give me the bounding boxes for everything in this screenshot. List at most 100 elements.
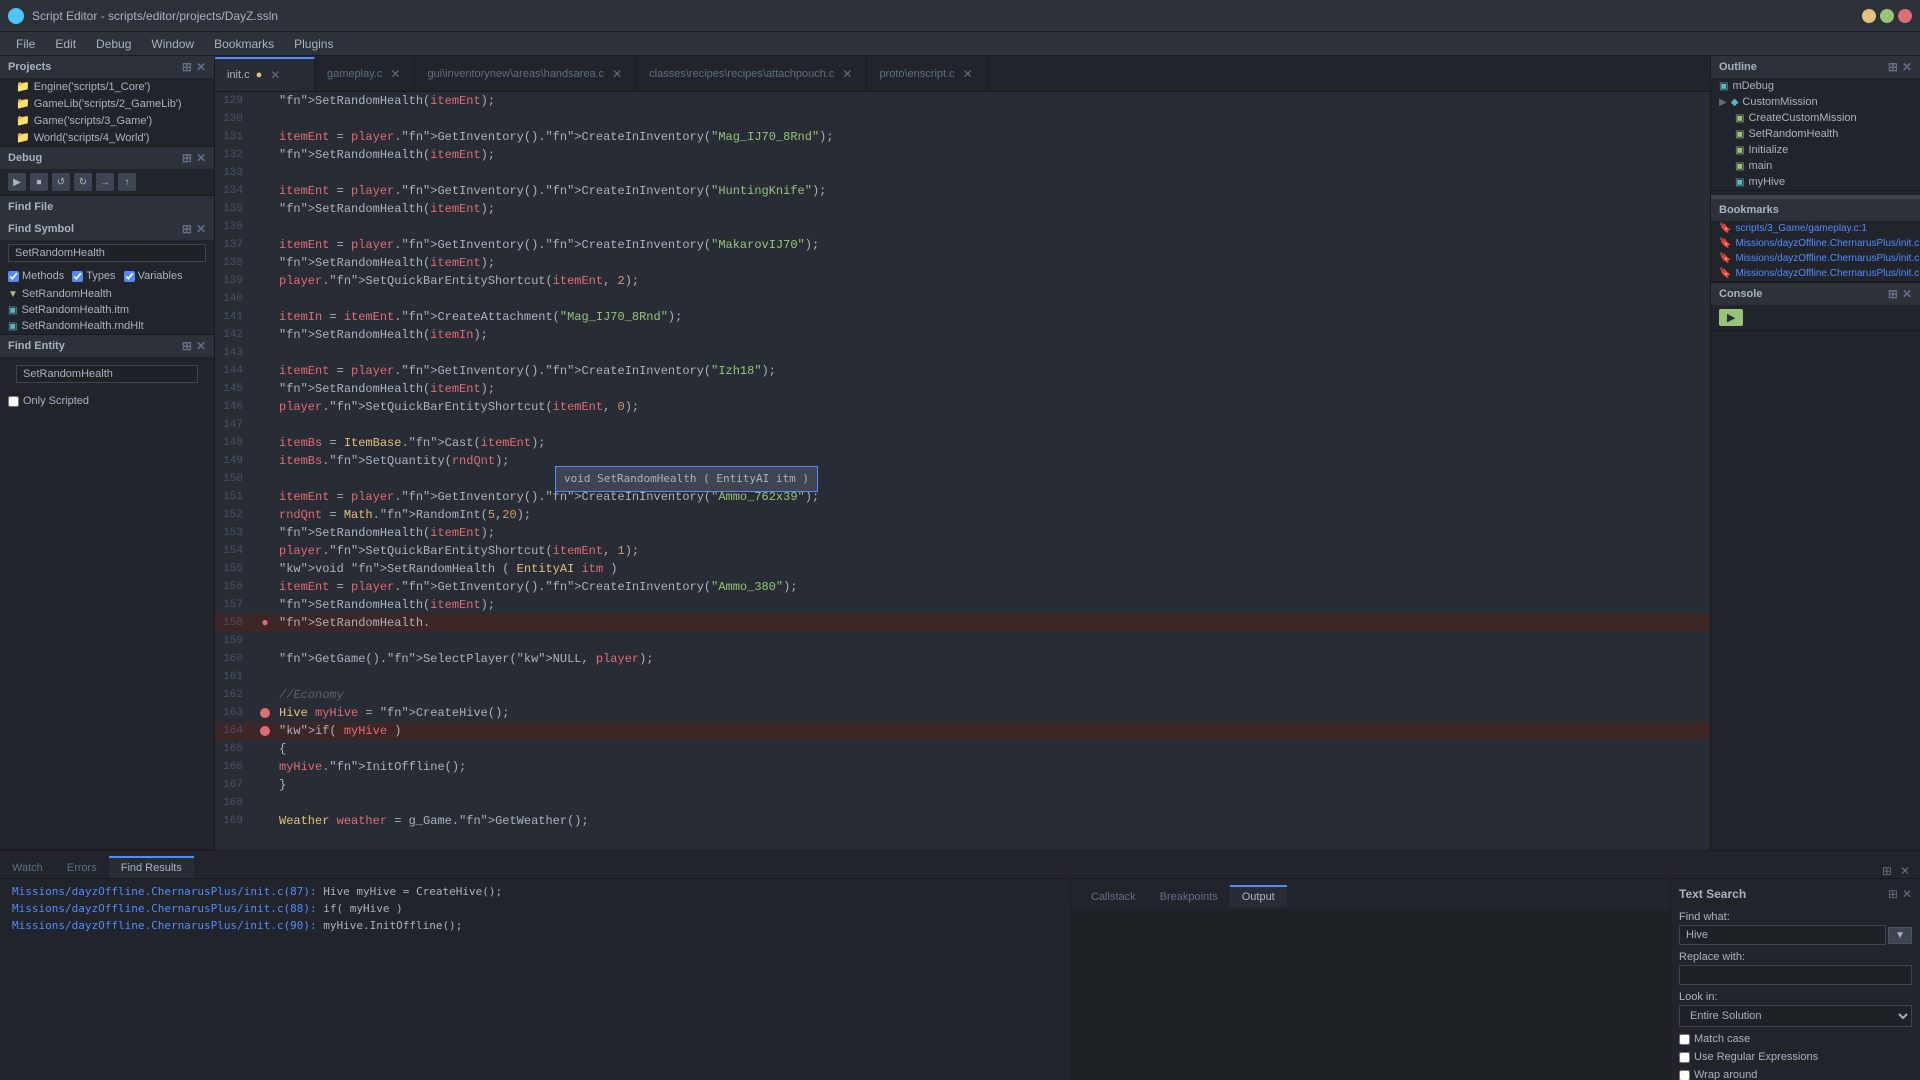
minimize-button[interactable]	[1862, 9, 1876, 23]
tab-handsarea[interactable]: gui\inventorynew\areas\handsarea.c ✕	[415, 57, 637, 91]
only-scripted-checkbox[interactable]	[8, 396, 19, 407]
outline-setrandomhealth[interactable]: ▣ SetRandomHealth	[1711, 126, 1920, 142]
tab-breakpoints[interactable]: Breakpoints	[1148, 885, 1230, 907]
tab-callstack[interactable]: Callstack	[1079, 885, 1148, 907]
find-what-input[interactable]	[1679, 925, 1886, 945]
outline-options-icon[interactable]: ⊞	[1888, 60, 1898, 74]
projects-close-icon[interactable]: ✕	[196, 60, 206, 74]
debug-play-button[interactable]: ▶	[8, 173, 26, 191]
bottom-tabs: Watch Errors Find Results ⊞ ✕	[0, 851, 1920, 879]
menu-debug[interactable]: Debug	[88, 35, 139, 53]
debug-restart-button[interactable]: ↺	[52, 173, 70, 191]
output-panel: Callstack Breakpoints Output	[1070, 879, 1670, 1080]
tab-gameplay[interactable]: gameplay.c ✕	[315, 57, 415, 91]
project-game[interactable]: 📁 Game('scripts/3_Game')	[0, 112, 214, 129]
project-world[interactable]: 📁 World('scripts/4_World')	[0, 129, 214, 146]
find-result-3[interactable]: Missions/dayzOffline.ChernarusPlus/init.…	[8, 917, 1062, 934]
variables-checkbox-label[interactable]: Variables	[124, 270, 183, 282]
use-regex-checkbox[interactable]	[1679, 1052, 1690, 1063]
tab-attachpouch-close[interactable]: ✕	[840, 67, 854, 81]
menu-plugins[interactable]: Plugins	[286, 35, 341, 53]
match-case-checkbox[interactable]	[1679, 1034, 1690, 1045]
code-editor[interactable]: 129 "fn">SetRandomHealth(itemEnt);130 13…	[215, 92, 1710, 850]
console-options-icon[interactable]: ⊞	[1888, 287, 1898, 301]
bookmark-init1[interactable]: 🔖 Missions/dayzOffline.ChernarusPlus/ini…	[1711, 236, 1920, 251]
wrap-around-checkbox[interactable]	[1679, 1070, 1690, 1080]
tab-watch[interactable]: Watch	[0, 856, 55, 878]
text-search-options-icon[interactable]: ⊞	[1888, 887, 1898, 901]
project-gamelib[interactable]: 📁 GameLib('scripts/2_GameLib')	[0, 95, 214, 112]
line-gutter	[255, 326, 275, 344]
text-search-close-icon[interactable]: ✕	[1902, 887, 1912, 901]
bookmark-init2[interactable]: 🔖 Missions/dayzOffline.ChernarusPlus/ini…	[1711, 251, 1920, 266]
symbol-setrandomhealth-itm[interactable]: ▣ SetRandomHealth.itm	[0, 302, 214, 318]
menu-file[interactable]: File	[8, 35, 43, 53]
tab-errors[interactable]: Errors	[55, 856, 109, 878]
console-close-icon[interactable]: ✕	[1902, 287, 1912, 301]
console-run-button[interactable]: ▶	[1719, 309, 1743, 326]
projects-options-icon[interactable]: ⊞	[182, 60, 192, 74]
line-content: "fn">SetRandomHealth(itemEnt);	[275, 200, 1710, 218]
menu-edit[interactable]: Edit	[47, 35, 84, 53]
types-checkbox[interactable]	[72, 271, 83, 282]
find-result-1[interactable]: Missions/dayzOffline.ChernarusPlus/init.…	[8, 883, 1062, 900]
project-engine[interactable]: 📁 Engine('scripts/1_Core')	[0, 78, 214, 95]
find-results-options-icon[interactable]: ⊞	[1880, 864, 1894, 878]
find-entity-close-icon[interactable]: ✕	[196, 339, 206, 353]
outline-myhive[interactable]: ▣ myHive	[1711, 174, 1920, 190]
tab-enscript-close[interactable]: ✕	[961, 67, 975, 81]
line-gutter	[255, 560, 275, 578]
outline-createcustommission[interactable]: ▣ CreateCustomMission	[1711, 110, 1920, 126]
tab-find-results[interactable]: Find Results	[109, 856, 194, 878]
debug-close-icon[interactable]: ✕	[196, 151, 206, 165]
debug-options-icon[interactable]: ⊞	[182, 151, 192, 165]
debug-stop-button[interactable]: ⏹	[30, 173, 48, 191]
look-in-select[interactable]: Entire Solution Current Document	[1679, 1005, 1912, 1027]
outline-custommission[interactable]: ▶ ◆ CustomMission	[1711, 94, 1920, 110]
tab-enscript[interactable]: proto\enscript.c ✕	[867, 57, 987, 91]
tab-attachpouch[interactable]: classes\recipes\recipes\attachpouch.c ✕	[637, 57, 867, 91]
tab-handsarea-close[interactable]: ✕	[610, 67, 624, 81]
line-number: 151	[215, 488, 255, 506]
maximize-button[interactable]	[1880, 9, 1894, 23]
outline-scrollbar[interactable]	[1711, 191, 1920, 199]
menu-bookmarks[interactable]: Bookmarks	[206, 35, 282, 53]
outline-mdebug[interactable]: ▣ mDebug	[1711, 78, 1920, 94]
tab-output[interactable]: Output	[1230, 885, 1287, 907]
line-content: rndQnt = Math."fn">RandomInt(5,20);	[275, 506, 1710, 524]
bookmark-init3[interactable]: 🔖 Missions/dayzOffline.ChernarusPlus/ini…	[1711, 266, 1920, 281]
types-checkbox-label[interactable]: Types	[72, 270, 115, 282]
find-entity-input[interactable]	[16, 365, 198, 383]
tab-init[interactable]: init.c ● ✕	[215, 57, 315, 91]
line-number: 152	[215, 506, 255, 524]
replace-with-input[interactable]	[1679, 965, 1912, 985]
bookmark-gameplay[interactable]: 🔖 scripts/3_Game/gameplay.c:1	[1711, 221, 1920, 236]
debug-step-over-button[interactable]: ↻	[74, 173, 92, 191]
outline-initialize[interactable]: ▣ Initialize	[1711, 142, 1920, 158]
line-number: 167	[215, 776, 255, 794]
methods-checkbox-label[interactable]: Methods	[8, 270, 64, 282]
variables-checkbox[interactable]	[124, 271, 135, 282]
methods-checkbox[interactable]	[8, 271, 19, 282]
code-line-163: 163 Hive myHive = "fn">CreateHive();	[215, 704, 1710, 722]
outline-main[interactable]: ▣ main	[1711, 158, 1920, 174]
find-symbol-close-icon[interactable]: ✕	[196, 222, 206, 236]
find-symbol-input[interactable]	[8, 244, 206, 262]
outline-close-icon[interactable]: ✕	[1902, 60, 1912, 74]
find-what-dropdown-btn[interactable]: ▼	[1888, 927, 1912, 944]
line-number: 144	[215, 362, 255, 380]
close-button[interactable]	[1898, 9, 1912, 23]
symbol-setrandomhealth-rndhlt[interactable]: ▣ SetRandomHealth.rndHlt	[0, 318, 214, 334]
debug-step-into-button[interactable]: →	[96, 173, 114, 191]
line-content: "fn">SetRandomHealth(itemIn);	[275, 326, 1710, 344]
menu-window[interactable]: Window	[143, 35, 202, 53]
find-symbol-options-icon[interactable]: ⊞	[182, 222, 192, 236]
tab-init-close[interactable]: ✕	[268, 68, 282, 82]
debug-step-out-button[interactable]: ↑	[118, 173, 136, 191]
find-results-close-icon[interactable]: ✕	[1898, 864, 1912, 878]
find-entity-options-icon[interactable]: ⊞	[182, 339, 192, 353]
find-result-2[interactable]: Missions/dayzOffline.ChernarusPlus/init.…	[8, 900, 1062, 917]
symbol-setrandomhealth[interactable]: ▼ SetRandomHealth	[0, 286, 214, 302]
tab-gameplay-close[interactable]: ✕	[388, 67, 402, 81]
line-gutter	[255, 398, 275, 416]
